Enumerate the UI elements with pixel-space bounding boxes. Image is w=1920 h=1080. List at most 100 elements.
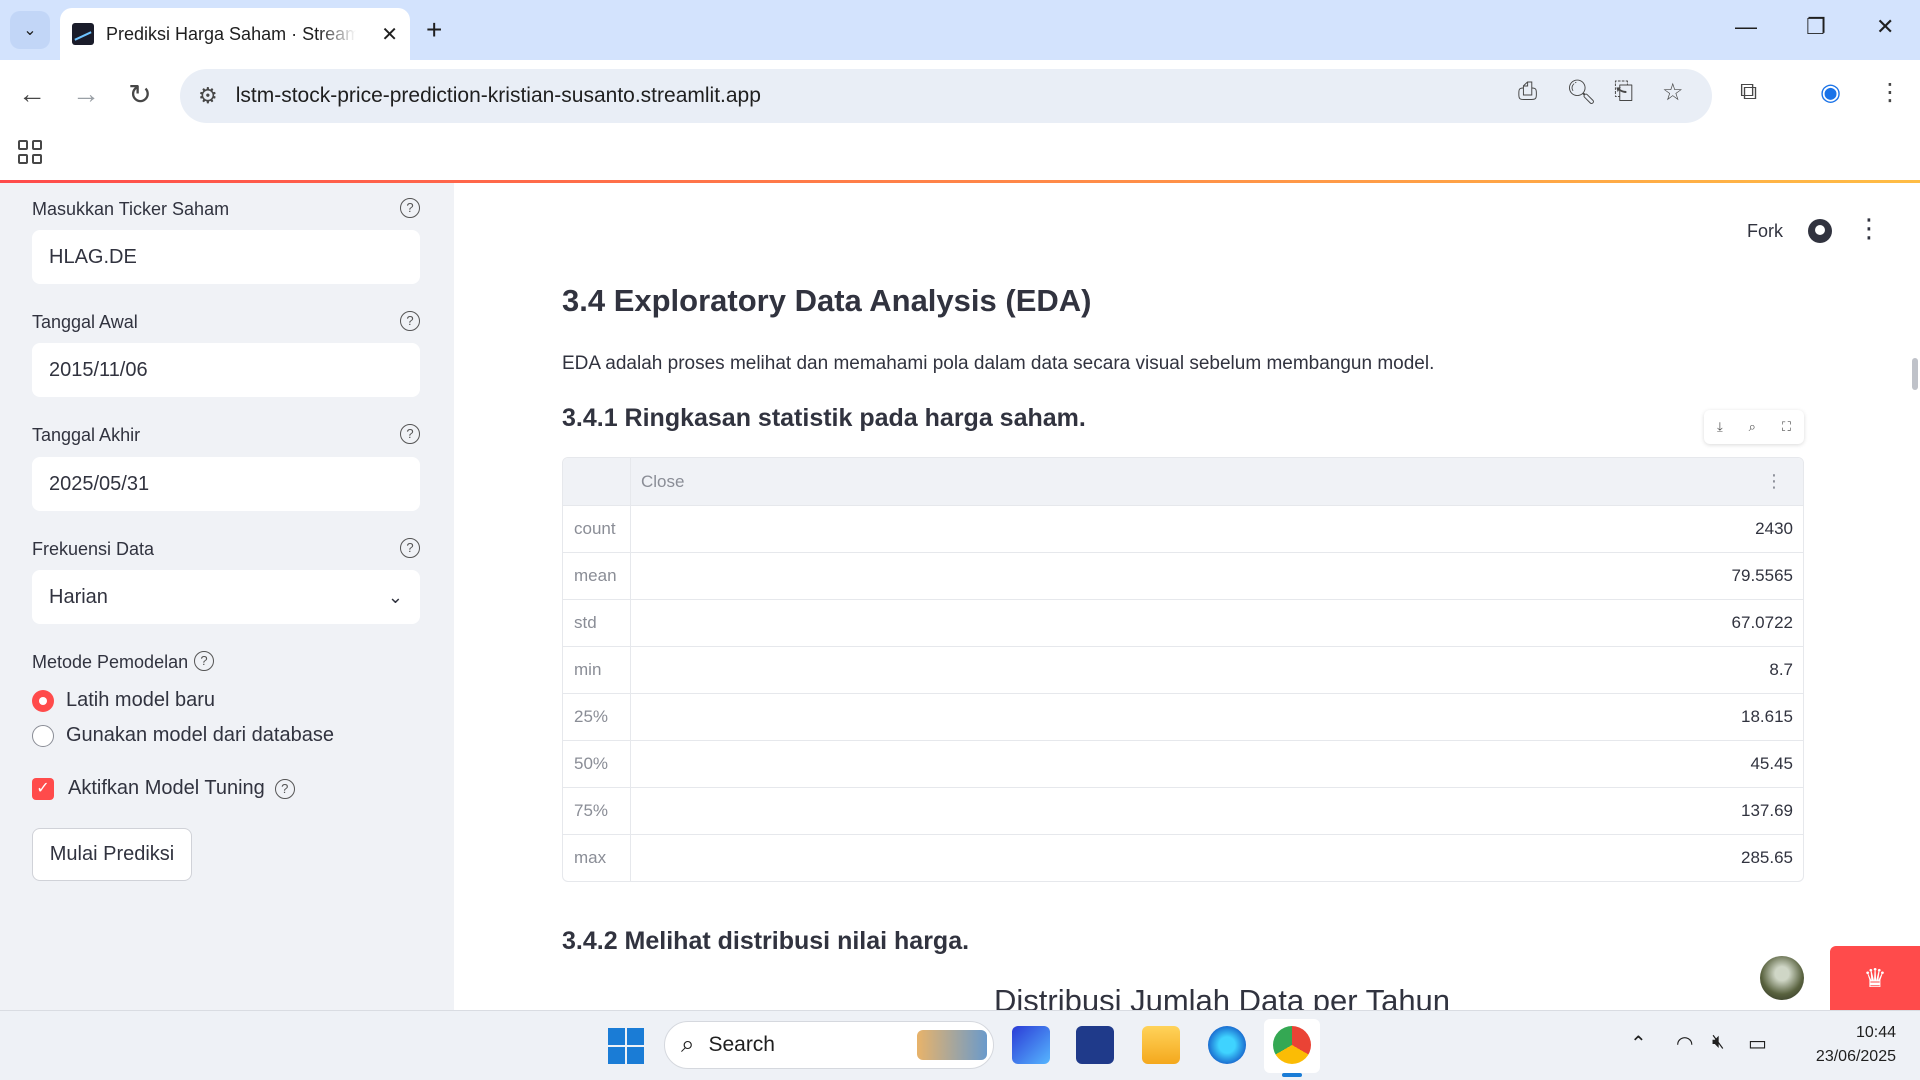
method-label: Metode Pemodelan xyxy=(32,652,189,672)
new-tab-icon[interactable]: + xyxy=(426,14,442,46)
row-index: max xyxy=(563,835,631,881)
radio-unselected-icon xyxy=(32,724,54,747)
streamlit-crown-icon[interactable]: ♛ xyxy=(1830,946,1920,1010)
help-icon[interactable]: ? xyxy=(274,778,295,799)
fullscreen-icon[interactable]: ⛶ xyxy=(1782,419,1791,435)
app-menu-icon[interactable]: ⋮ xyxy=(1856,213,1882,244)
cell-value[interactable]: 8.7 xyxy=(631,647,1803,693)
row-index: 25% xyxy=(563,694,631,740)
forward-icon[interactable]: → xyxy=(68,78,104,110)
back-icon[interactable]: ← xyxy=(14,78,50,110)
sidebar: Masukkan Ticker Saham ? HLAG.DE Tanggal … xyxy=(0,183,454,1010)
cell-value[interactable]: 285.65 xyxy=(631,835,1803,881)
table-header-row: Close ⋮ xyxy=(563,458,1803,505)
help-icon[interactable]: ? xyxy=(400,311,420,331)
help-icon[interactable]: ? xyxy=(400,424,420,444)
help-icon[interactable]: ? xyxy=(400,538,420,558)
frequency-select[interactable]: Harian ⌄ xyxy=(32,570,420,624)
browser-toolbar: ← → ↻ ⚙ lstm-stock-price-prediction-kris… xyxy=(0,60,1920,132)
checkmark-icon: ✓ xyxy=(32,777,54,800)
save-page-icon[interactable]: ⎗ xyxy=(1614,78,1633,106)
radio-use-database-model[interactable]: Gunakan model dari database xyxy=(32,724,334,747)
chrome-app-icon[interactable] xyxy=(1273,1026,1311,1064)
help-icon[interactable]: ? xyxy=(400,198,420,218)
bookmark-star-icon[interactable]: ☆ xyxy=(1662,78,1684,107)
table-row: 75% 137.69 xyxy=(563,787,1803,834)
show-hidden-icons-icon[interactable]: ⌃ xyxy=(1630,1031,1647,1056)
radio-train-new-model[interactable]: Latih model baru xyxy=(32,689,215,712)
edge-browser-icon[interactable] xyxy=(1208,1026,1246,1064)
start-date-input[interactable]: 2015/11/06 xyxy=(32,343,420,397)
file-explorer-icon[interactable] xyxy=(1142,1026,1180,1064)
github-icon[interactable] xyxy=(1808,219,1832,243)
browser-tabstrip: ⌄ Prediksi Harga Saham · Streamlit ✕ + —… xyxy=(0,0,1920,60)
search-icon: ⌕ xyxy=(681,1031,695,1058)
radio-label: Gunakan model dari database xyxy=(66,724,334,746)
eda-description: EDA adalah proses melihat dan memahami p… xyxy=(562,353,1435,374)
site-info-icon[interactable]: ⚙ xyxy=(198,83,218,109)
copilot-app-icon[interactable] xyxy=(1012,1026,1050,1064)
volume-muted-icon[interactable]: 🔇︎ xyxy=(1712,1031,1725,1054)
clock-time: 10:44 xyxy=(1855,1024,1896,1041)
cell-value[interactable]: 45.45 xyxy=(631,741,1803,787)
close-window-icon[interactable]: ✕ xyxy=(1876,14,1894,40)
table-row: min 8.7 xyxy=(563,646,1803,693)
download-icon[interactable]: ⤓ xyxy=(1717,419,1723,435)
active-app-indicator xyxy=(1282,1073,1302,1077)
ticker-input[interactable]: HLAG.DE xyxy=(32,230,420,284)
index-header xyxy=(563,458,631,505)
table-row: count 2430 xyxy=(563,505,1803,552)
avatar[interactable] xyxy=(1760,956,1804,1000)
cell-value[interactable]: 67.0722 xyxy=(631,600,1803,646)
extensions-icon[interactable]: ⧉ xyxy=(1740,78,1757,106)
table-row: mean 79.5565 xyxy=(563,552,1803,599)
store-app-icon[interactable] xyxy=(1076,1026,1114,1064)
table-row: std 67.0722 xyxy=(563,599,1803,646)
column-header-close[interactable]: Close ⋮ xyxy=(631,458,1803,505)
help-icon[interactable]: ? xyxy=(194,651,214,671)
cell-value[interactable]: 2430 xyxy=(631,506,1803,552)
install-app-icon[interactable]: ⎙ xyxy=(1518,78,1537,106)
column-menu-icon[interactable]: ⋮ xyxy=(1765,471,1793,492)
profile-icon[interactable]: ◉ xyxy=(1820,78,1841,107)
cell-value[interactable]: 79.5565 xyxy=(631,553,1803,599)
cell-value[interactable]: 18.615 xyxy=(631,694,1803,740)
tab-search-button[interactable]: ⌄ xyxy=(10,11,50,49)
row-index: 75% xyxy=(563,788,631,834)
browser-menu-icon[interactable]: ⋮ xyxy=(1878,78,1902,107)
clock-date: 23/06/2025 xyxy=(1815,1048,1896,1065)
zoom-icon[interactable]: 🔍︎ xyxy=(1566,78,1596,107)
wifi-icon[interactable]: ◠ xyxy=(1676,1031,1693,1056)
page-heading: 3.4 Exploratory Data Analysis (EDA) xyxy=(562,283,1092,318)
scrollbar[interactable] xyxy=(1912,358,1918,390)
row-index: 50% xyxy=(563,741,631,787)
tuning-checkbox[interactable]: ✓ Aktifkan Model Tuning ? xyxy=(32,777,295,800)
taskbar-search[interactable]: ⌕ Search xyxy=(664,1021,994,1069)
search-icon[interactable]: ⌕ xyxy=(1749,419,1756,435)
close-tab-icon[interactable]: ✕ xyxy=(381,22,398,47)
frequency-value: Harian xyxy=(49,585,108,608)
windows-start-icon[interactable] xyxy=(608,1028,644,1064)
search-highlight-image xyxy=(917,1030,987,1060)
restore-icon[interactable]: ❐ xyxy=(1806,14,1826,40)
tuning-label: Aktifkan Model Tuning xyxy=(68,777,265,799)
address-bar[interactable]: ⚙ lstm-stock-price-prediction-kristian-s… xyxy=(180,69,1712,123)
search-placeholder: Search xyxy=(708,1033,775,1056)
system-clock[interactable]: 10:44 23/06/2025 xyxy=(1796,1021,1896,1069)
chevron-down-icon: ⌄ xyxy=(23,22,37,39)
battery-icon[interactable]: ▭ xyxy=(1748,1031,1767,1056)
apps-grid-icon[interactable] xyxy=(18,140,42,164)
table-row: 50% 45.45 xyxy=(563,740,1803,787)
chart-title: Distribusi Jumlah Data per Tahun xyxy=(994,983,1451,1010)
fork-link[interactable]: Fork xyxy=(1747,221,1783,242)
browser-tab[interactable]: Prediksi Harga Saham · Streamlit ✕ xyxy=(60,8,410,60)
cell-value[interactable]: 137.69 xyxy=(631,788,1803,834)
end-date-input[interactable]: 2025/05/31 xyxy=(32,457,420,511)
minimize-icon[interactable]: — xyxy=(1735,14,1757,40)
reload-icon[interactable]: ↻ xyxy=(122,78,158,111)
tab-title: Prediksi Harga Saham · Streamlit xyxy=(106,23,356,44)
table-toolbar: ⤓ ⌕ ⛶ xyxy=(1704,410,1804,444)
start-prediction-button[interactable]: Mulai Prediksi xyxy=(32,828,192,881)
section-title-distribution: 3.4.2 Melihat distribusi nilai harga. xyxy=(562,927,970,955)
radio-selected-icon xyxy=(32,689,54,712)
